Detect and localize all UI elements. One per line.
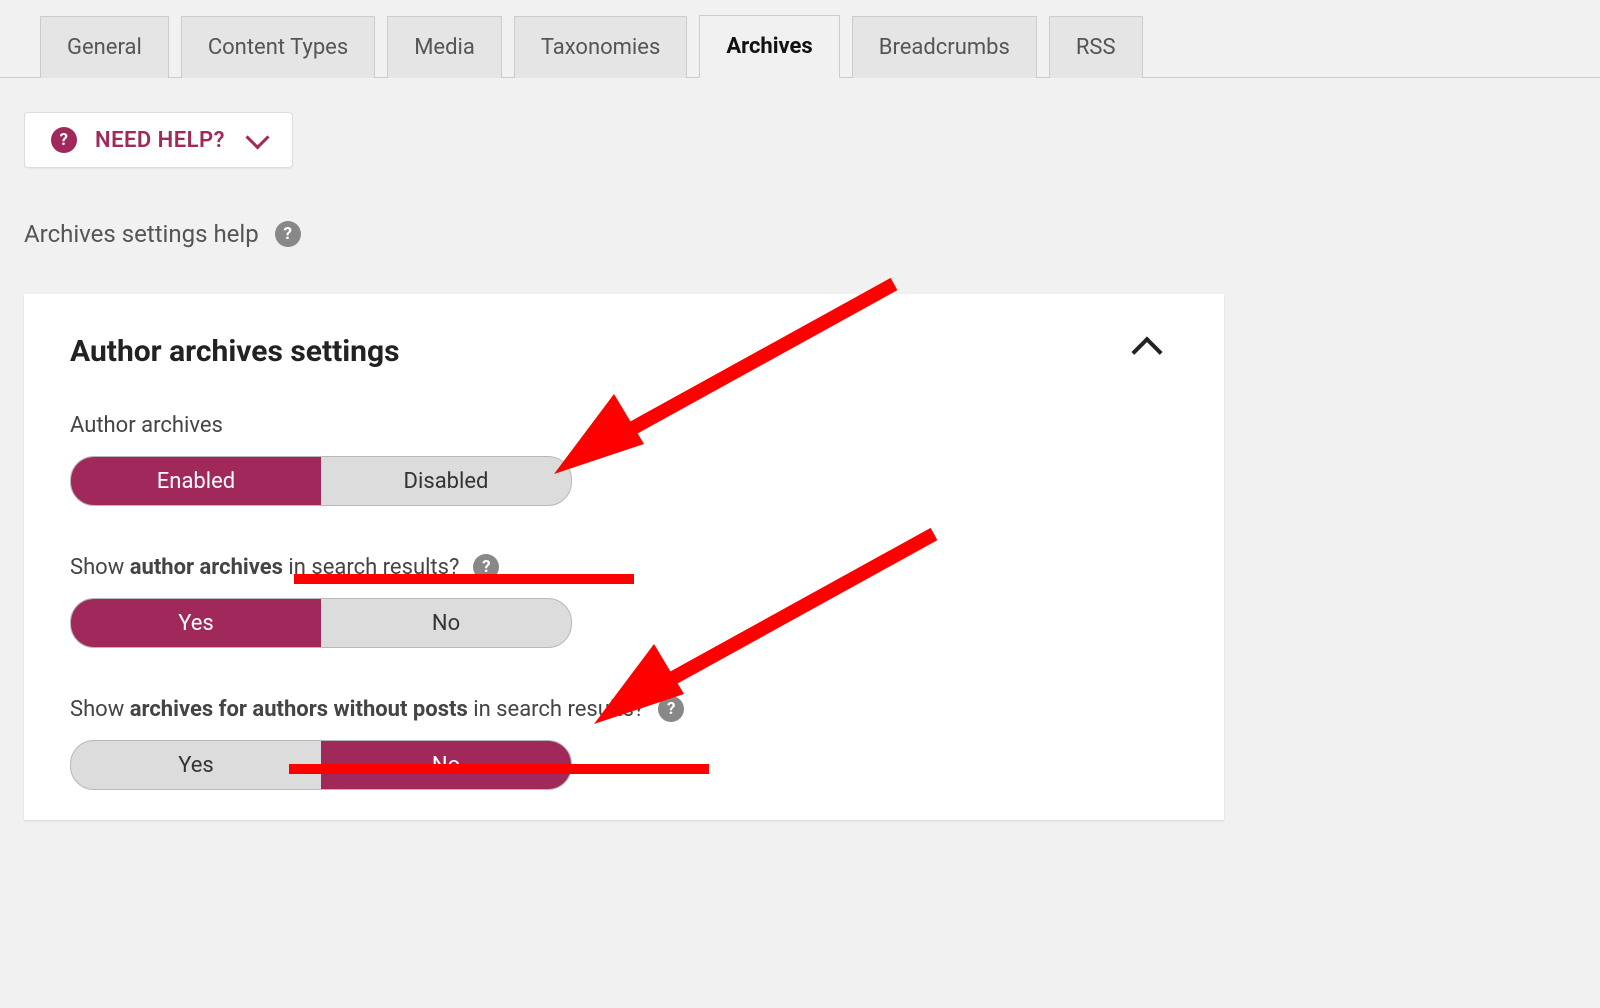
author-archives-toggle[interactable]: Enabled Disabled bbox=[70, 456, 572, 506]
show-empty-author-archives-no[interactable]: No bbox=[321, 741, 571, 789]
author-archives-panel: Author archives settings Author archives… bbox=[24, 294, 1224, 820]
help-icon[interactable]: ? bbox=[473, 554, 499, 580]
need-help-button[interactable]: ? NEED HELP? bbox=[24, 112, 293, 168]
show-author-archives-toggle[interactable]: Yes No bbox=[70, 598, 572, 648]
tab-general[interactable]: General bbox=[40, 16, 169, 78]
archives-settings-help-label: Archives settings help bbox=[24, 220, 259, 248]
help-icon[interactable]: ? bbox=[275, 221, 301, 247]
show-author-archives-yes[interactable]: Yes bbox=[71, 599, 321, 647]
tab-taxonomies[interactable]: Taxonomies bbox=[514, 16, 688, 78]
tab-rss[interactable]: RSS bbox=[1049, 16, 1143, 78]
show-author-archives-label: Show author archives in search results? … bbox=[70, 554, 1178, 580]
show-empty-author-archives-yes[interactable]: Yes bbox=[71, 741, 321, 789]
show-author-archives-no[interactable]: No bbox=[321, 599, 571, 647]
archives-settings-help: Archives settings help ? bbox=[24, 220, 1600, 248]
tab-breadcrumbs[interactable]: Breadcrumbs bbox=[852, 16, 1037, 78]
question-icon: ? bbox=[51, 127, 77, 153]
need-help-label: NEED HELP? bbox=[95, 128, 225, 153]
collapse-icon[interactable] bbox=[1131, 336, 1162, 367]
tab-content-types[interactable]: Content Types bbox=[181, 16, 375, 78]
help-icon[interactable]: ? bbox=[658, 696, 684, 722]
annotation-arrow-icon bbox=[524, 274, 924, 484]
panel-title: Author archives settings bbox=[70, 334, 400, 369]
panel-header: Author archives settings bbox=[70, 334, 1178, 369]
tab-media[interactable]: Media bbox=[387, 16, 502, 78]
author-archives-enabled[interactable]: Enabled bbox=[71, 457, 321, 505]
settings-tabs: General Content Types Media Taxonomies A… bbox=[0, 0, 1600, 78]
chevron-down-icon bbox=[245, 125, 269, 149]
author-archives-label: Author archives bbox=[70, 413, 1178, 438]
tab-archives[interactable]: Archives bbox=[699, 15, 839, 78]
author-archives-disabled[interactable]: Disabled bbox=[321, 457, 571, 505]
show-empty-author-archives-label: Show archives for authors without posts … bbox=[70, 696, 1178, 722]
show-empty-author-archives-toggle[interactable]: Yes No bbox=[70, 740, 572, 790]
